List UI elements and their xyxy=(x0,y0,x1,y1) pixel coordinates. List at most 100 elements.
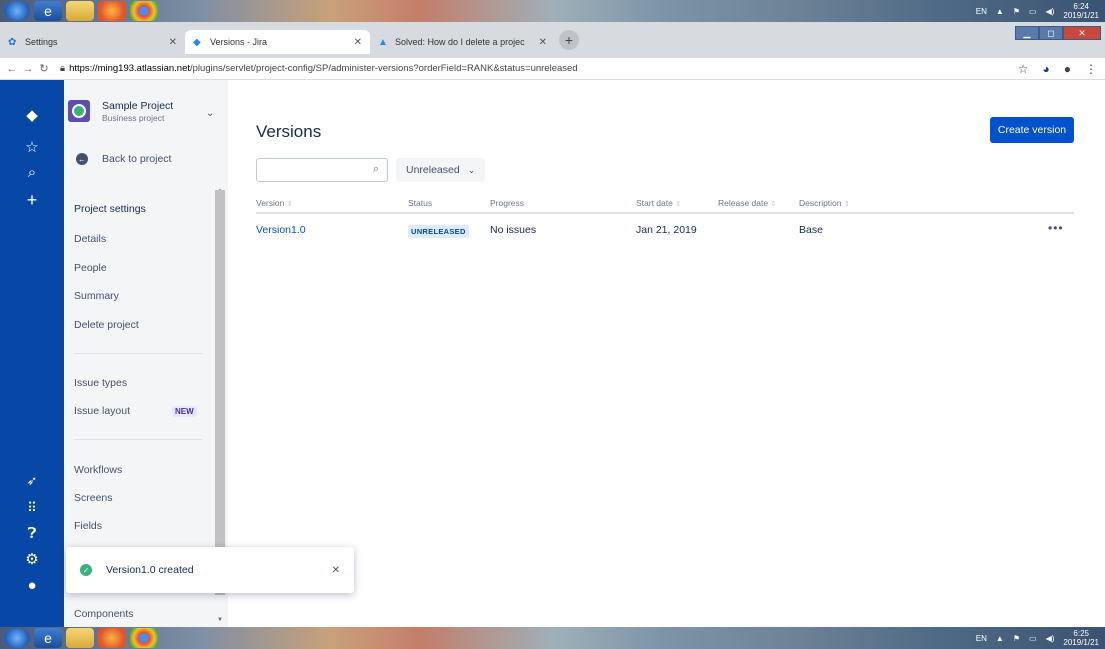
sidebar-scrollbar[interactable] xyxy=(215,190,225,595)
user-avatar-icon[interactable]: ● xyxy=(0,577,64,594)
close-window-button[interactable]: ✕ xyxy=(1063,26,1101,40)
sidebar-item-summary[interactable]: Summary xyxy=(74,290,119,302)
tab-label: Solved: How do I delete a projec xyxy=(395,37,525,47)
star-icon[interactable]: ☆ xyxy=(0,138,64,156)
search-input[interactable]: ⌕ xyxy=(256,158,388,182)
folder-icon[interactable] xyxy=(66,628,94,648)
reload-icon[interactable]: ↻ xyxy=(36,62,52,75)
volume-icon[interactable]: ◀) xyxy=(1046,7,1055,16)
chevron-down-icon: ⌄ xyxy=(206,108,215,119)
tab-settings[interactable]: ✿ Settings ✕ xyxy=(0,30,185,54)
windows-taskbar-top: e EN ▲ ⚑ ▭ ◀) 6:24 2019/1/21 xyxy=(0,0,1105,22)
firefox-icon[interactable] xyxy=(98,1,126,21)
arrow-left-icon: ← xyxy=(76,153,88,165)
back-to-project-link[interactable]: ← Back to project xyxy=(76,153,171,165)
flag-icon[interactable]: ⚑ xyxy=(1013,634,1020,643)
scroll-down-arrow-icon[interactable]: ▼ xyxy=(217,617,223,623)
project-sidebar: Sample Project Business project ⌄ ← Back… xyxy=(64,80,228,627)
column-header-description[interactable]: Description ⇕ xyxy=(799,198,850,208)
sidebar-item-people[interactable]: People xyxy=(74,262,107,274)
close-icon[interactable]: ✕ xyxy=(332,565,340,576)
rocket-icon[interactable]: ➶ xyxy=(0,473,64,489)
close-icon[interactable]: ✕ xyxy=(539,37,547,48)
minimize-button[interactable]: ▁ xyxy=(1015,26,1039,40)
tab-versions-jira[interactable]: ◆ Versions - Jira ✕ xyxy=(185,30,370,54)
tab-label: Settings xyxy=(25,37,58,47)
sort-icon: ⇕ xyxy=(843,201,850,208)
table-header-divider xyxy=(256,212,1074,214)
maximize-button[interactable]: ◻ xyxy=(1039,26,1063,40)
internet-explorer-icon[interactable]: e xyxy=(34,628,62,648)
firefox-icon[interactable] xyxy=(98,628,126,648)
url-field[interactable]: 🔒︎ https://ming193.atlassian.net/plugins… xyxy=(60,63,578,74)
clock-date: 2019/1/21 xyxy=(1063,638,1099,647)
search-icon[interactable]: ⌕ xyxy=(0,164,64,181)
language-indicator[interactable]: EN xyxy=(976,634,987,643)
start-orb-icon[interactable] xyxy=(4,1,30,21)
extension-icon[interactable]: ◕ xyxy=(1043,62,1050,76)
sidebar-item-workflows[interactable]: Workflows xyxy=(74,464,122,476)
sidebar-item-issue-types[interactable]: Issue types xyxy=(74,377,127,389)
column-header-release-date[interactable]: Release date ⇕ xyxy=(718,198,776,208)
sidebar-item-components[interactable]: Components xyxy=(74,608,134,620)
close-icon[interactable]: ✕ xyxy=(354,37,362,48)
sidebar-item-details[interactable]: Details xyxy=(74,233,106,245)
new-badge: NEW xyxy=(172,406,197,417)
flag-icon[interactable]: ⚑ xyxy=(1013,7,1020,16)
description-cell: Base xyxy=(799,224,823,236)
column-header-version[interactable]: Version ⇕ xyxy=(256,198,293,208)
column-header-start-date[interactable]: Start date ⇕ xyxy=(636,198,681,208)
clock[interactable]: 6:24 2019/1/21 xyxy=(1063,2,1099,20)
check-circle-icon: ✓ xyxy=(80,564,92,576)
forward-arrow-icon[interactable]: → xyxy=(20,63,36,75)
sidebar-item-delete-project[interactable]: Delete project xyxy=(74,319,139,331)
create-version-button[interactable]: Create version xyxy=(990,117,1074,143)
tray-expand-icon[interactable]: ▲ xyxy=(996,7,1004,16)
toast-message: Version1.0 created xyxy=(106,564,194,576)
project-avatar xyxy=(68,100,90,122)
sidebar-item-screens[interactable]: Screens xyxy=(74,492,113,504)
divider xyxy=(74,353,202,354)
tab-community[interactable]: ▲ Solved: How do I delete a projec ✕ xyxy=(370,30,555,54)
divider xyxy=(74,439,202,440)
success-toast: ✓ Version1.0 created ✕ xyxy=(66,547,354,593)
bookmark-star-icon[interactable]: ☆ xyxy=(1018,62,1029,76)
back-arrow-icon[interactable]: ← xyxy=(4,63,20,75)
chrome-icon[interactable] xyxy=(130,628,158,648)
create-plus-icon[interactable]: + xyxy=(0,190,64,211)
app-switcher-icon[interactable]: ⠿ xyxy=(0,500,64,516)
atlassian-icon: ▲ xyxy=(378,36,388,48)
help-icon[interactable]: ❓︎ xyxy=(0,525,64,542)
project-switcher[interactable]: Sample Project Business project ⌄ xyxy=(68,100,214,123)
clock[interactable]: 6:25 2019/1/21 xyxy=(1063,629,1099,647)
tab-label: Versions - Jira xyxy=(210,37,268,47)
sort-icon: ⇕ xyxy=(286,201,293,208)
network-icon[interactable]: ▭ xyxy=(1029,7,1037,16)
network-icon[interactable]: ▭ xyxy=(1029,634,1037,643)
status-filter-dropdown[interactable]: Unreleased ⌄ xyxy=(396,158,486,182)
clock-time: 6:25 xyxy=(1073,629,1089,638)
internet-explorer-icon[interactable]: e xyxy=(34,1,62,21)
settings-gear-icon[interactable]: ⚙ xyxy=(0,550,64,568)
sort-icon: ⇕ xyxy=(770,201,777,208)
main-content: Versions Create version ⌕ Unreleased ⌄ V… xyxy=(228,80,1105,627)
column-header-progress: Progress xyxy=(490,198,525,208)
browser-tab-bar: ✿ Settings ✕ ◆ Versions - Jira ✕ ▲ Solve… xyxy=(0,22,1105,58)
more-actions-icon[interactable]: ••• xyxy=(1048,221,1064,235)
chrome-icon[interactable] xyxy=(130,1,158,21)
version-link[interactable]: Version1.0 xyxy=(256,224,306,236)
profile-icon[interactable]: ● xyxy=(1064,62,1071,76)
folder-icon[interactable] xyxy=(66,1,94,21)
language-indicator[interactable]: EN xyxy=(976,7,987,16)
sidebar-item-fields[interactable]: Fields xyxy=(74,520,102,532)
tray-expand-icon[interactable]: ▲ xyxy=(996,634,1004,643)
jira-logo-icon[interactable]: ◆ xyxy=(0,106,64,124)
volume-icon[interactable]: ◀) xyxy=(1046,634,1055,643)
page-title: Versions xyxy=(256,122,322,141)
gear-icon: ✿ xyxy=(8,36,17,48)
sidebar-item-issue-layout[interactable]: Issue layout xyxy=(74,405,130,417)
new-tab-button[interactable]: + xyxy=(559,30,579,50)
close-icon[interactable]: ✕ xyxy=(169,37,177,48)
more-menu-icon[interactable]: ⋮ xyxy=(1085,62,1097,76)
start-orb-icon[interactable] xyxy=(4,628,30,648)
